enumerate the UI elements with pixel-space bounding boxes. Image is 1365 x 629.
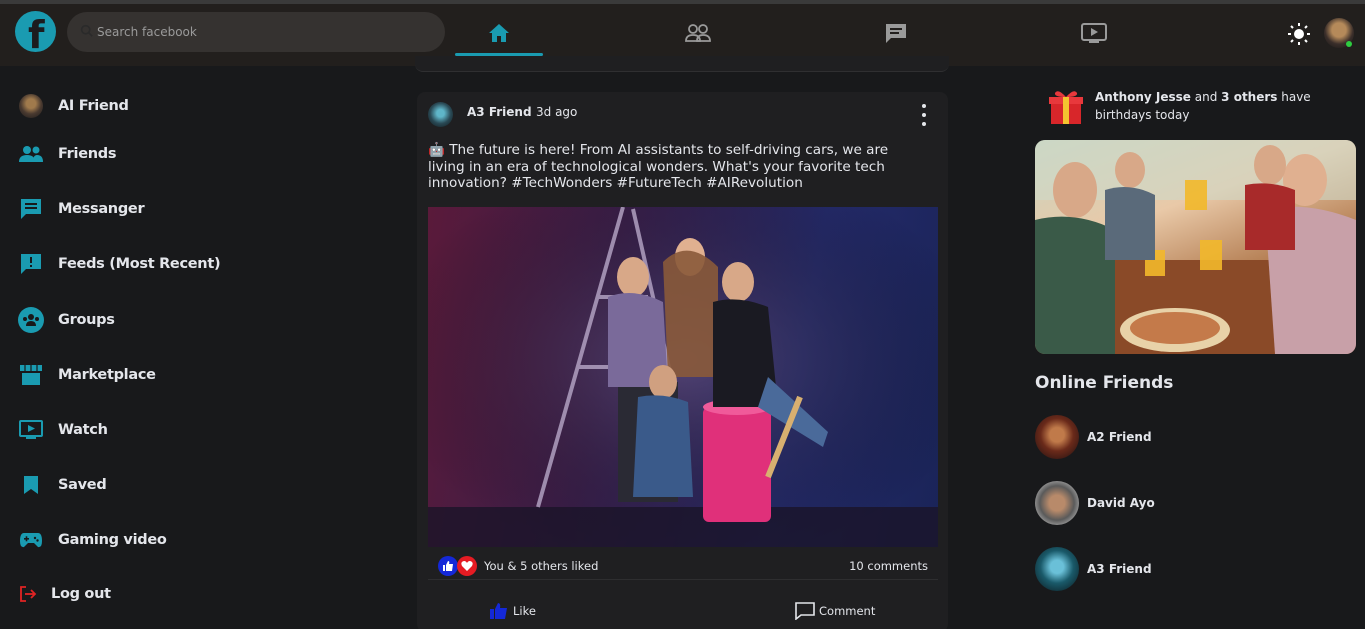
sidebar-item-feeds[interactable]: Feeds (Most Recent): [18, 251, 221, 277]
sidebar-item-label: Messanger: [58, 201, 145, 217]
sidebar-item-friends[interactable]: Friends: [18, 141, 116, 167]
sidebar-item-marketplace[interactable]: Marketplace: [18, 362, 156, 388]
comment-icon: [795, 602, 815, 620]
home-icon[interactable]: [484, 18, 514, 48]
sun-icon[interactable]: [1288, 23, 1310, 45]
feed-icon: [18, 251, 44, 277]
post-author-avatar[interactable]: [428, 102, 453, 127]
online-friend-item[interactable]: A2 Friend: [1035, 415, 1335, 459]
left-sidebar: AI Friend Friends Messanger Feeds (Most …: [0, 66, 415, 629]
online-friends-title: Online Friends: [1035, 373, 1174, 393]
sidebar-item-label: Gaming video: [58, 532, 167, 548]
logo-letter: f: [28, 13, 45, 52]
liked-summary[interactable]: You & 5 others liked: [484, 559, 598, 573]
groups-icon: [18, 307, 44, 333]
birthday-name: Anthony Jesse: [1095, 90, 1191, 104]
sidebar-item-label: Saved: [58, 477, 107, 493]
more-options-icon[interactable]: [917, 104, 931, 126]
sidebar-item-label: Watch: [58, 422, 108, 438]
facebook-logo[interactable]: f: [15, 11, 56, 52]
gift-icon: [1049, 91, 1083, 124]
birthday-others: 3 others: [1221, 90, 1278, 104]
friend-name: A3 Friend: [1087, 562, 1152, 576]
thumbs-up-icon: [489, 602, 509, 620]
sidebar-item-label: Friends: [58, 146, 117, 162]
like-button[interactable]: Like: [489, 602, 536, 620]
post-stats: You & 5 others liked 10 comments: [428, 554, 938, 580]
comment-button[interactable]: Comment: [795, 602, 875, 620]
friend-name: A2 Friend: [1087, 430, 1152, 444]
friend-avatar: [1035, 415, 1079, 459]
friends-icon[interactable]: [683, 18, 713, 48]
reactions[interactable]: [438, 556, 478, 576]
post-author-name[interactable]: A3 Friend: [467, 105, 532, 119]
post-card: A3 Friend 3d ago 🤖 The future is here! F…: [417, 92, 948, 629]
friend-avatar: [1035, 481, 1079, 525]
sidebar-item-label: AI Friend: [58, 98, 129, 114]
sidebar-item-watch[interactable]: Watch: [18, 417, 108, 443]
store-icon: [18, 362, 44, 388]
sidebar-item-label: Marketplace: [58, 367, 156, 383]
friend-name: David Ayo: [1087, 496, 1155, 510]
online-friend-item[interactable]: David Ayo: [1035, 481, 1335, 525]
message-icon: [18, 196, 44, 222]
friends-icon: [18, 141, 44, 167]
search-bar[interactable]: [67, 12, 445, 52]
online-friend-item[interactable]: A3 Friend: [1035, 547, 1335, 591]
sidebar-item-gaming[interactable]: Gaming video: [18, 527, 167, 553]
avatar: [19, 94, 43, 118]
birthday-and: and: [1194, 90, 1218, 104]
sidebar-item-label: Feeds (Most Recent): [58, 256, 221, 272]
sidebar-item-messanger[interactable]: Messanger: [18, 196, 145, 222]
love-reaction-icon: [457, 556, 477, 576]
sidebar-item-label: Log out: [51, 586, 111, 602]
watch-icon[interactable]: [1079, 18, 1109, 48]
post-image[interactable]: [428, 207, 938, 547]
post-timestamp: 3d ago: [536, 105, 578, 119]
birthday-party-image[interactable]: [1035, 140, 1356, 354]
sidebar-item-logout[interactable]: Log out: [18, 581, 111, 607]
like-label: Like: [513, 604, 536, 618]
sidebar-item-groups[interactable]: Groups: [18, 307, 115, 333]
search-icon: [80, 24, 93, 37]
comments-count[interactable]: 10 comments: [849, 559, 928, 573]
tv-icon: [18, 417, 44, 443]
sidebar-item-label: Groups: [58, 312, 115, 328]
user-avatar[interactable]: [1324, 18, 1354, 48]
right-sidebar: Anthony Jesse and 3 others have birthday…: [1020, 66, 1365, 629]
search-input[interactable]: [97, 12, 427, 52]
gamepad-icon: [18, 527, 44, 553]
birthday-text: Anthony Jesse and 3 others have birthday…: [1095, 88, 1355, 124]
like-reaction-icon: [438, 556, 458, 576]
sidebar-item-saved[interactable]: Saved: [18, 472, 107, 498]
friend-avatar: [1035, 547, 1079, 591]
previous-post-card: [415, 56, 949, 72]
post-text: 🤖 The future is here! From AI assistants…: [428, 142, 889, 191]
messages-icon[interactable]: [881, 18, 911, 48]
sidebar-item-ai-friend[interactable]: AI Friend: [18, 93, 129, 119]
comment-label: Comment: [819, 604, 876, 618]
bookmark-icon: [18, 472, 44, 498]
logout-icon: [18, 581, 37, 607]
